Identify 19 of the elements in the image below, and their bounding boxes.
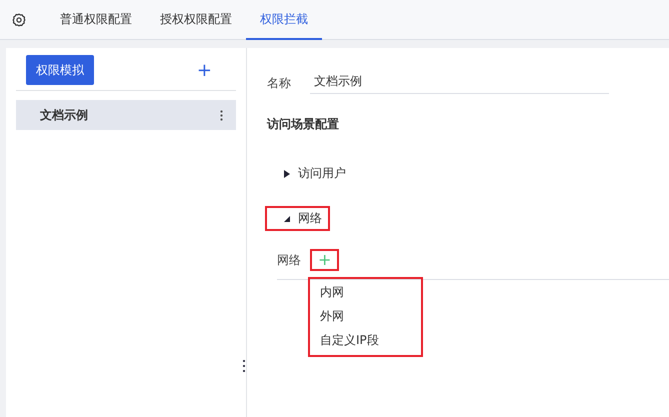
tab[interactable]: 权限拦截 [246, 0, 322, 40]
sidebar-item[interactable]: 文档示例 [16, 100, 236, 130]
caret-down-icon [284, 216, 290, 222]
menu-item[interactable]: 外网 [320, 304, 421, 328]
menu-item[interactable]: 自定义IP段 [320, 328, 421, 352]
name-label: 名称 [267, 75, 291, 92]
settings-icon[interactable] [12, 12, 26, 26]
more-icon[interactable] [220, 110, 223, 120]
tab[interactable]: 普通权限配置 [46, 0, 146, 40]
menu-item[interactable]: 内网 [320, 280, 421, 304]
name-field[interactable]: 文档示例 [310, 73, 609, 94]
collapse-header[interactable]: 网络 [265, 206, 330, 231]
caret-right-icon [284, 170, 290, 178]
add-button[interactable]: + [196, 60, 212, 80]
section-title: 访问场景配置 [267, 116, 340, 133]
collapse-header[interactable]: 访问用户 [265, 161, 354, 186]
tab[interactable]: 授权权限配置 [146, 0, 246, 40]
network-label: 网络 [277, 252, 301, 268]
simulate-button[interactable]: 权限模拟 [26, 55, 94, 85]
